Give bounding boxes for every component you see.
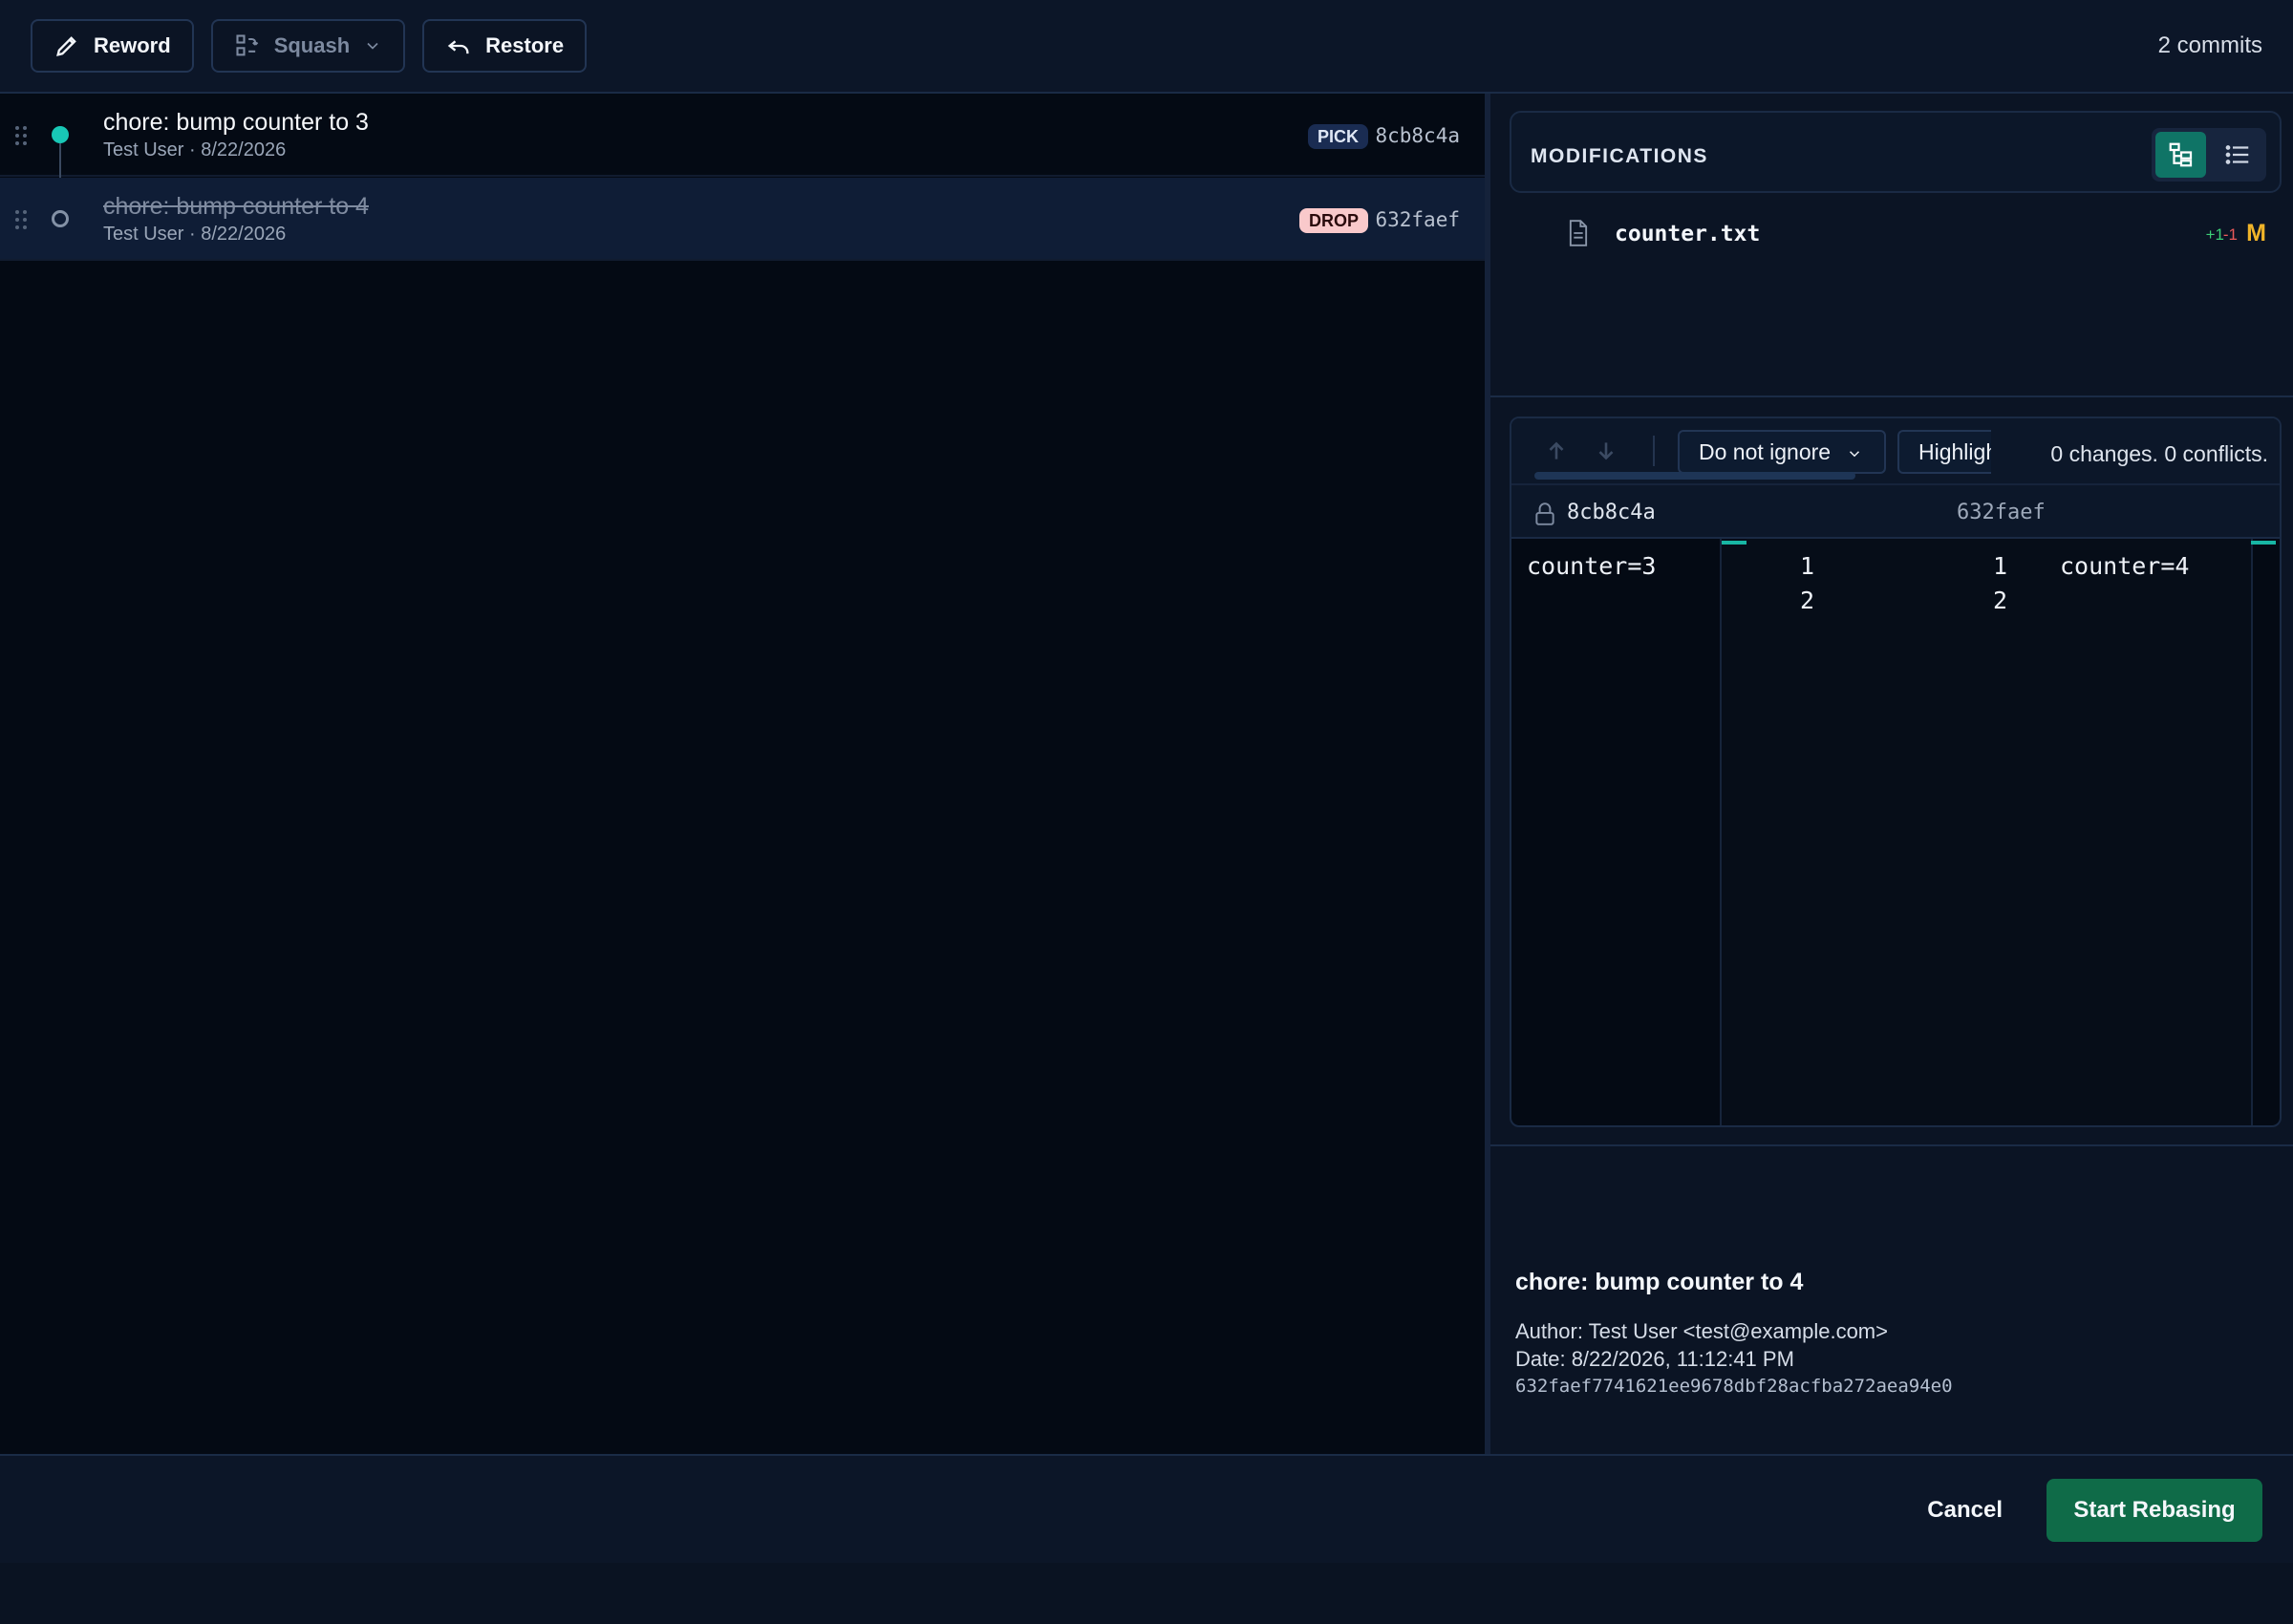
file-row[interactable]: counter.txt +1 -1 M <box>1510 212 2282 260</box>
toolbar-separator <box>1653 436 1655 466</box>
diff-header: 8cb8c4a 632faef <box>1511 483 2280 539</box>
detail-date: Date: 8/22/2026, 11:12:41 PM <box>1515 1347 1794 1371</box>
left-line-number: 2 <box>1800 587 1815 614</box>
view-toggle <box>2152 128 2266 182</box>
drag-handle-icon[interactable] <box>13 124 29 147</box>
commit-title: chore: bump counter to 3 <box>103 109 369 136</box>
file-additions: +1 <box>2205 225 2224 244</box>
restore-label: Restore <box>485 33 565 57</box>
right-ref: 632faef <box>1957 501 2046 524</box>
diff-viewer: Do not ignore Highlight 0 changes. 0 con… <box>1510 417 2282 1127</box>
right-line: counter=4 <box>2060 552 2190 580</box>
file-name: counter.txt <box>1615 222 1761 246</box>
diff-summary: 0 changes. 0 conflicts. <box>2050 441 2268 466</box>
list-view-icon <box>2225 145 2248 164</box>
line-number-gutter <box>1720 539 2253 1125</box>
squash-icon <box>236 34 258 56</box>
right-line-number: 2 <box>1993 587 2008 614</box>
modifications-title: MODIFICATIONS <box>1531 145 1708 167</box>
commit-count: 2 commits <box>2157 32 2262 58</box>
squash-label: Squash <box>273 33 351 57</box>
horizontal-scrollbar[interactable] <box>1534 472 1855 480</box>
highlight-select-value: Highlight <box>1918 439 1991 464</box>
bottom-strip <box>0 1563 2293 1624</box>
commit-title: chore: bump counter to 4 <box>103 193 369 220</box>
arrow-up-icon[interactable] <box>1544 438 1569 464</box>
left-line: counter=3 <box>1527 552 1657 580</box>
chevron-down-icon <box>1850 451 1860 458</box>
commit-row[interactable]: chore: bump counter to 4 Test User · 8/2… <box>0 178 1485 261</box>
file-status: M <box>2246 220 2266 246</box>
undo-icon <box>447 40 469 54</box>
cancel-button[interactable]: Cancel <box>1908 1479 2022 1542</box>
detail-title: chore: bump counter to 4 <box>1515 1269 1804 1295</box>
toolbar: Reword Squash Restore 2 commits <box>0 0 2293 94</box>
list-view-button[interactable] <box>2212 132 2262 178</box>
action-badge[interactable]: PICK <box>1307 124 1368 149</box>
chevron-down-icon <box>367 42 378 50</box>
drag-handle-icon[interactable] <box>13 208 29 231</box>
reword-button[interactable]: Reword <box>31 19 194 73</box>
section-divider[interactable] <box>1490 395 2293 397</box>
reword-label: Reword <box>94 33 171 57</box>
file-deletions: -1 <box>2222 225 2238 244</box>
diff-marker <box>1722 541 1747 545</box>
pencil-icon <box>56 36 76 56</box>
restore-button[interactable]: Restore <box>422 19 588 73</box>
file-icon <box>1569 220 1588 246</box>
right-line-number: 1 <box>1993 552 2008 580</box>
commit-list: chore: bump counter to 3 Test User · 8/2… <box>0 94 1485 1454</box>
modifications-header: MODIFICATIONS <box>1510 111 2282 193</box>
action-badge[interactable]: DROP <box>1298 208 1368 233</box>
commit-node <box>52 210 69 227</box>
commit-hash: 8cb8c4a <box>1375 124 1460 147</box>
footer: Cancel Start Rebasing <box>0 1454 2293 1563</box>
commit-row[interactable]: chore: bump counter to 3 Test User · 8/2… <box>0 94 1485 177</box>
commit-hash: 632faef <box>1375 208 1460 231</box>
commit-meta: Test User · 8/22/2026 <box>103 224 287 245</box>
left-line-number: 1 <box>1800 552 1815 580</box>
left-ref: 8cb8c4a <box>1567 501 1656 524</box>
diff-marker <box>2251 541 2276 545</box>
start-rebasing-button[interactable]: Start Rebasing <box>2047 1479 2262 1542</box>
squash-button[interactable]: Squash <box>210 19 406 73</box>
commit-node <box>52 126 69 143</box>
detail-author: Author: Test User <test@example.com> <box>1515 1319 1888 1343</box>
tree-view-icon <box>2169 142 2192 167</box>
commit-meta: Test User · 8/22/2026 <box>103 139 287 160</box>
tree-view-button[interactable] <box>2155 132 2206 178</box>
section-divider[interactable] <box>1490 1144 2293 1146</box>
detail-full-hash: 632faef7741621ee9678dbf28acfba272aea94e0 <box>1515 1376 1953 1397</box>
lock-icon[interactable] <box>1534 502 1555 526</box>
arrow-down-icon[interactable] <box>1594 438 1618 464</box>
details-pane: MODIFICATIONS counter.txt +1 -1 M Do not… <box>1490 94 2293 1454</box>
diff-toolbar: Do not ignore Highlight 0 changes. 0 con… <box>1511 418 2280 483</box>
whitespace-select-value: Do not ignore <box>1699 439 1832 464</box>
highlight-select[interactable]: Highlight <box>1897 430 1991 474</box>
whitespace-select[interactable]: Do not ignore <box>1678 430 1886 474</box>
